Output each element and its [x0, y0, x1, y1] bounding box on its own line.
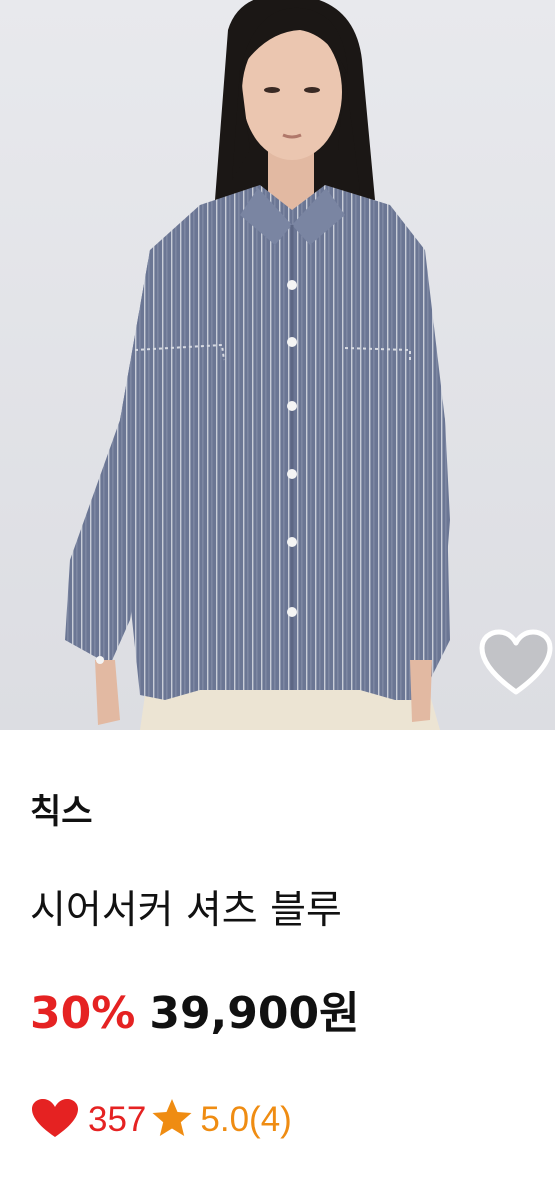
like-count: 357 [88, 1100, 147, 1139]
heart-filled-icon [30, 1097, 80, 1143]
discount-rate: 30% [30, 988, 136, 1039]
price-row: 30% 39,900원 [30, 988, 360, 1049]
wishlist-heart-icon[interactable] [478, 628, 554, 698]
product-image[interactable] [0, 0, 555, 730]
star-icon [150, 1097, 194, 1143]
brand-name[interactable]: 칙스 [30, 792, 93, 832]
stats-row: 357 5.0(4) [30, 1098, 292, 1142]
product-card[interactable]: 칙스 시어서커 셔츠 블루 30% 39,900원 357 5.0(4) [0, 0, 555, 1200]
product-title[interactable]: 시어서커 셔츠 블루 [30, 887, 342, 935]
rating-score: 5.0(4) [200, 1100, 292, 1139]
price: 39,900원 [149, 988, 360, 1039]
